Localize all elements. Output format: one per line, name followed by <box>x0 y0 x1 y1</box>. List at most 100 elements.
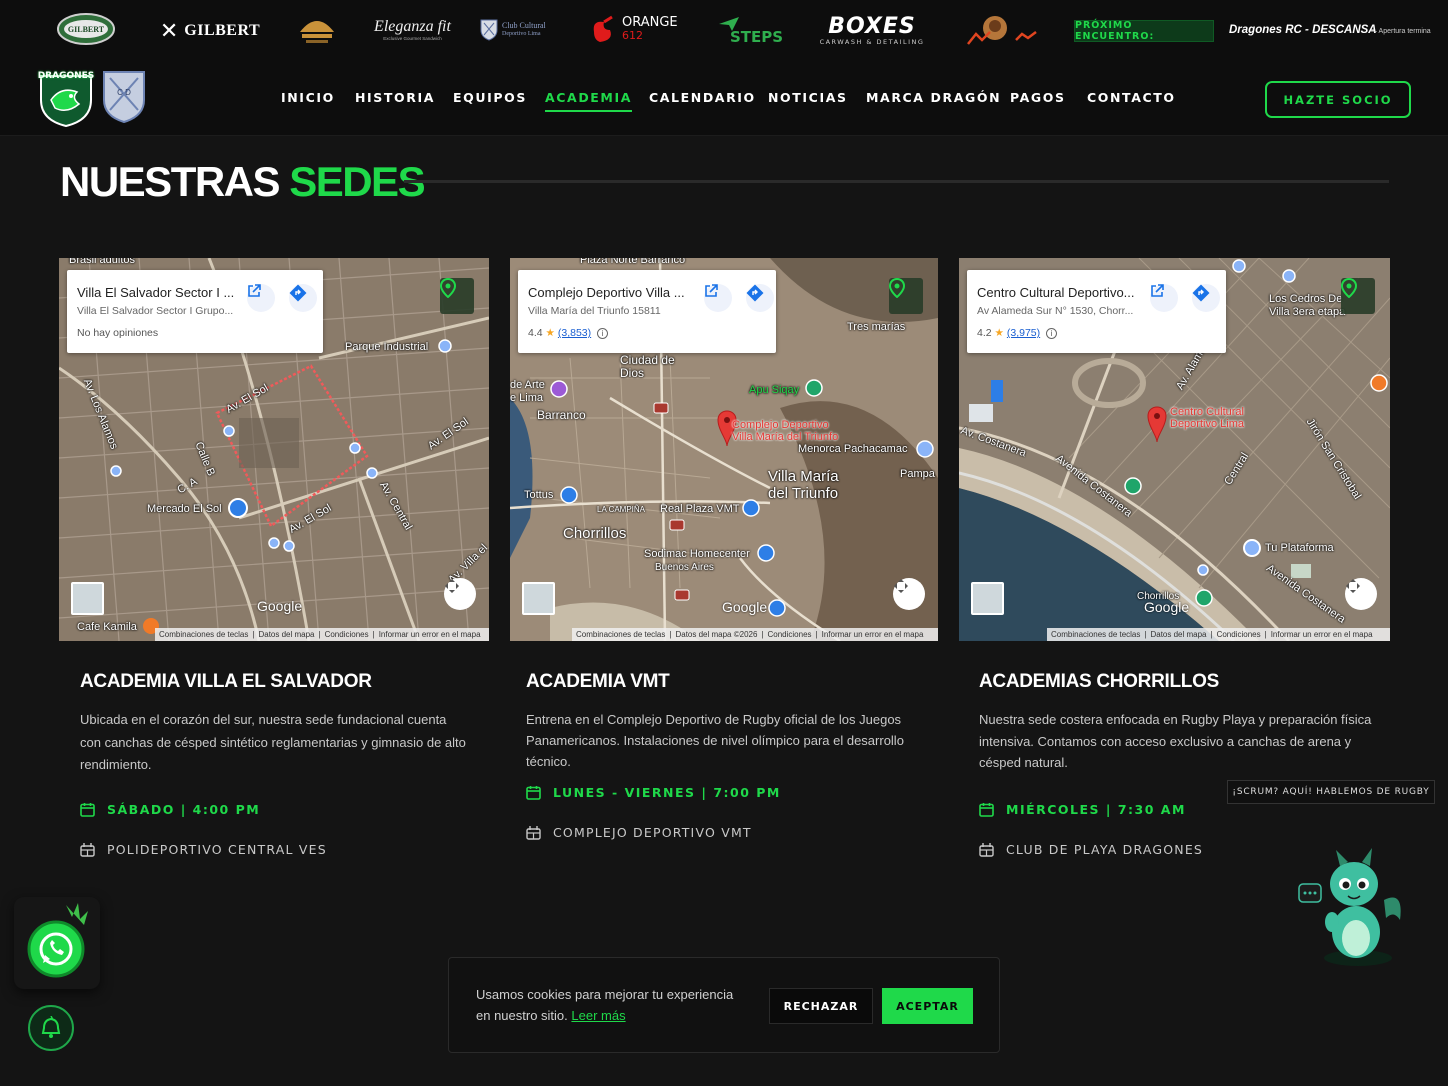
notifications-bell-button[interactable] <box>28 1005 74 1051</box>
map-label: Mercado El Sol <box>147 503 222 515</box>
boxes-logo[interactable]: BOXES CARWASH & DETAILING <box>812 14 932 48</box>
eleganza-subtitle: Exclusive Gourmet Sandwich <box>383 35 442 41</box>
steps-logo[interactable]: STEPS <box>718 12 784 50</box>
star-icon: ★ <box>545 327 555 339</box>
map-type-toggle[interactable] <box>522 582 555 615</box>
report-error-link[interactable]: Informar un error en el mapa <box>822 630 924 639</box>
fullscreen-button[interactable] <box>893 578 925 610</box>
map-type-toggle[interactable] <box>71 582 104 615</box>
chat-tooltip[interactable]: ¡SCRUM? AQUÍ! HABLEMOS DE RUGBY <box>1227 780 1435 804</box>
nav-marca-dragon[interactable]: MARCA DRAGÓN <box>866 90 1001 105</box>
open-in-maps-button[interactable] <box>247 284 275 312</box>
location-pin-icon <box>1341 278 1357 298</box>
club-crest-text: C D <box>117 88 131 97</box>
map-type-toggle[interactable] <box>971 582 1004 615</box>
review-count-link[interactable]: (3,853) <box>558 327 591 339</box>
map-label: Plaza Norte Barranco <box>580 258 686 266</box>
report-error-link[interactable]: Informar un error en el mapa <box>1271 630 1373 639</box>
report-error-link[interactable]: Informar un error en el mapa <box>379 630 481 639</box>
map-label: Barranco <box>537 408 586 422</box>
terms-link[interactable]: Condiciones <box>768 630 812 639</box>
nav-noticias[interactable]: NOTICIAS <box>768 90 848 105</box>
next-match-label: PRÓXIMO ENCUENTRO: <box>1074 20 1214 42</box>
dragones-logo[interactable]: DRAGONES <box>37 70 95 128</box>
gilbert-badge-text: GILBERT <box>67 24 105 34</box>
place-title[interactable]: Villa El Salvador Sector I ... <box>77 285 237 300</box>
fullscreen-button[interactable] <box>444 578 476 610</box>
keyboard-shortcuts-link[interactable]: Combinaciones de teclas <box>159 630 248 639</box>
orange-splash-icon <box>593 15 613 42</box>
keyboard-shortcuts-link[interactable]: Combinaciones de teclas <box>1051 630 1140 639</box>
fullscreen-button[interactable] <box>1345 578 1377 610</box>
section-title-white: NUESTRAS <box>60 158 281 205</box>
club-cultural-logo[interactable]: Club Cultural Deportivo Lima <box>480 15 565 45</box>
accept-cookies-button[interactable]: ACEPTAR <box>882 988 973 1024</box>
place-rating: 4.2 ★ (3,975) i <box>977 327 1058 339</box>
directions-button[interactable] <box>289 284 317 312</box>
terms-link[interactable]: Condiciones <box>1217 630 1261 639</box>
directions-button[interactable] <box>746 284 774 312</box>
info-icon[interactable]: i <box>1046 328 1058 339</box>
keyboard-shortcuts-link[interactable]: Combinaciones de teclas <box>576 630 665 639</box>
gilbert-x-icon: ✕ <box>159 18 179 44</box>
nav-historia[interactable]: HISTORIA <box>355 90 435 105</box>
map-chorrillos[interactable]: Los Cedros De Villa 3era etapa Centro Cu… <box>959 258 1390 641</box>
orange-612-logo[interactable]: ORANGE 612 <box>590 12 690 46</box>
reject-cookies-button[interactable]: RECHAZAR <box>769 988 873 1024</box>
map-label: Tu Plataforma <box>1265 542 1334 554</box>
map-footer: Combinaciones de teclas | Datos del mapa |… <box>155 628 489 641</box>
nav-pagos[interactable]: PAGOS <box>1010 90 1066 105</box>
next-match-note: — Apertura termina <box>1370 28 1431 35</box>
place-title[interactable]: Centro Cultural Deportivo... <box>977 285 1137 300</box>
location-pin-button[interactable] <box>440 278 474 314</box>
venue-location: COMPLEJO DEPORTIVO VMT <box>526 825 752 840</box>
map-data-link[interactable]: Datos del mapa <box>1150 630 1206 639</box>
map-label: Villa María <box>768 468 839 485</box>
boxes-wordmark: BOXES <box>828 14 916 39</box>
nav-equipos[interactable]: EQUIPOS <box>453 90 527 105</box>
location-pin-button[interactable] <box>889 278 923 314</box>
nav-academia[interactable]: ACADEMIA <box>545 90 633 112</box>
google-logo: Google <box>1144 599 1190 615</box>
map-data-link[interactable]: Datos del mapa ©2026 <box>675 630 757 639</box>
rating-value: 4.4 <box>528 327 543 339</box>
whatsapp-button[interactable] <box>14 897 100 989</box>
nav-inicio[interactable]: INICIO <box>281 90 335 105</box>
steps-wordmark: STEPS <box>730 28 784 46</box>
map-villa-el-salvador[interactable]: Brasil adultos Parque Industrial Av. El … <box>59 258 489 641</box>
eleganza-logo[interactable]: Eleganza fit Exclusive Gourmet Sandwich <box>370 12 455 46</box>
directions-button[interactable] <box>1192 284 1220 312</box>
dragon-mascot-chat-button[interactable] <box>1296 840 1406 970</box>
map-label: Brasil adultos <box>69 258 136 266</box>
location-pin-icon <box>440 278 456 298</box>
venue-schedule-text: MIÉRCOLES | 7:30 AM <box>1006 802 1186 817</box>
cookie-read-more-link[interactable]: Leer más <box>571 1008 625 1023</box>
eleganza-wordmark: Eleganza fit <box>374 17 451 35</box>
map-label: Pampa <box>900 468 935 480</box>
nav-contacto[interactable]: CONTACTO <box>1087 90 1176 105</box>
location-pin-button[interactable] <box>1341 278 1375 314</box>
terms-link[interactable]: Condiciones <box>325 630 369 639</box>
tribal-sponsor-logo[interactable] <box>292 10 342 48</box>
venue-schedule: SÁBADO | 4:00 PM <box>80 802 260 817</box>
calendar-icon <box>526 786 541 800</box>
map-label: Cafe Kamila <box>77 621 137 633</box>
open-in-maps-button[interactable] <box>1150 284 1178 312</box>
gilbert-logo[interactable]: ✕ GILBERT <box>155 18 265 44</box>
map-vmt[interactable]: Plaza Norte Barranco Ciudad de Dios Tres… <box>510 258 938 641</box>
place-title[interactable]: Complejo Deportivo Villa ... <box>528 285 688 300</box>
club-crest-logo[interactable]: C D <box>102 70 146 124</box>
map-data-link[interactable]: Datos del mapa <box>258 630 314 639</box>
open-in-maps-button[interactable] <box>704 284 732 312</box>
venue-title: ACADEMIAS CHORRILLOS <box>979 671 1219 692</box>
gilbert-badge-logo[interactable]: GILBERT <box>56 12 116 46</box>
main-navbar: DRAGONES C D INICIO HISTORIA EQUIPOS ACA… <box>0 62 1448 136</box>
info-icon[interactable]: i <box>597 328 609 339</box>
external-link-icon <box>248 284 261 297</box>
hazte-socio-button[interactable]: HAZTE SOCIO <box>1265 81 1411 118</box>
map-footer: Combinaciones de teclas | Datos del mapa … <box>572 628 938 641</box>
review-count-link[interactable]: (3,975) <box>1007 327 1040 339</box>
nav-calendario[interactable]: CALENDARIO <box>649 90 756 105</box>
venue-location: CLUB DE PLAYA DRAGONES <box>979 842 1203 857</box>
mascot-sponsor-logo[interactable] <box>962 10 1042 50</box>
